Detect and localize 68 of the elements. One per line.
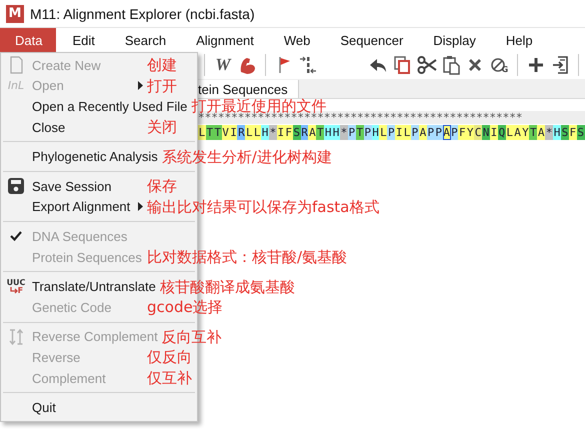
menu-item[interactable]: Edit: [57, 28, 109, 52]
menu-entry[interactable]: Save Session: [1, 176, 147, 196]
scissors-icon[interactable]: [416, 54, 437, 74]
annotation-text: gcode选择: [147, 299, 223, 316]
genetic-code-button[interactable]: G: [486, 52, 511, 76]
residue[interactable]: T: [316, 125, 324, 140]
residue[interactable]: L: [253, 125, 262, 140]
plus-icon[interactable]: [528, 56, 544, 72]
residue[interactable]: A: [537, 125, 546, 140]
paste-icon[interactable]: [442, 54, 460, 74]
delete-icon[interactable]: [466, 56, 483, 72]
menu-item[interactable]: Alignment: [181, 28, 268, 52]
window-title: M11: Alignment Explorer (ncbi.fasta): [30, 6, 255, 22]
residue[interactable]: L: [198, 125, 206, 140]
copy-icon[interactable]: [393, 54, 412, 74]
insert-gap-icon[interactable]: [298, 54, 318, 74]
app-icon: M: [6, 4, 24, 22]
menu-entry[interactable]: Close: [1, 117, 147, 138]
page-icon: [8, 56, 24, 74]
residue[interactable]: H: [332, 125, 340, 140]
menu-entry[interactable]: Quit: [1, 398, 147, 418]
residue[interactable]: A: [308, 125, 316, 140]
residue[interactable]: C: [474, 125, 482, 140]
no-sign-icon: [490, 56, 506, 72]
menu-entry[interactable]: Open a Recently Used File: [1, 96, 192, 116]
save-icon: [7, 177, 25, 196]
annotation-text: 关闭: [147, 119, 177, 136]
residue[interactable]: H: [261, 125, 270, 140]
annotation-text: 比对数据格式：核苷酸/氨基酸: [147, 249, 348, 266]
residue[interactable]: *: [545, 125, 554, 140]
open-icon: InL: [6, 76, 26, 95]
conservation-row: *************************************************: [198, 111, 585, 124]
tab[interactable]: tein Sequences: [198, 80, 299, 98]
residue[interactable]: L: [403, 125, 412, 140]
residue[interactable]: L: [379, 125, 388, 140]
residue[interactable]: N: [482, 125, 490, 140]
annotation-text: 系统发生分析/进化树构建: [162, 148, 332, 165]
menu-item[interactable]: Sequencer: [325, 28, 418, 52]
menu-item[interactable]: Display: [418, 28, 490, 52]
residue[interactable]: R: [237, 125, 246, 140]
residue[interactable]: F: [458, 125, 466, 140]
annotation-text: 创建: [147, 57, 177, 74]
residue[interactable]: T: [529, 125, 538, 140]
menu-item[interactable]: Search: [110, 28, 180, 52]
residue[interactable]: H: [324, 125, 332, 140]
annotation-text: 保存: [147, 178, 177, 194]
menu-entry[interactable]: Phylogenetic Analysis: [1, 146, 162, 167]
annotation-text: 输出比对结果可以保存为fasta格式: [147, 198, 380, 215]
residue[interactable]: L: [245, 125, 254, 140]
residue[interactable]: I: [395, 125, 404, 140]
residue[interactable]: *: [269, 125, 277, 140]
import-icon[interactable]: [551, 54, 570, 74]
menu-entry[interactable]: Export Alignment: [1, 196, 147, 217]
annotation-text: 仅互补: [147, 370, 192, 386]
residue[interactable]: P: [387, 125, 396, 140]
menu-item[interactable]: Help: [490, 28, 547, 52]
web-button[interactable]: W: [210, 52, 235, 76]
reverse-complement-icon: [7, 328, 25, 346]
annotation-text: 仅反向: [147, 349, 192, 366]
menu-item[interactable]: Data: [0, 28, 56, 52]
annotation-text: 打开: [147, 78, 177, 94]
annotation-text: 反向互补: [162, 328, 222, 345]
residue[interactable]: H: [553, 125, 561, 140]
residue[interactable]: P: [411, 125, 419, 140]
menu-item[interactable]: Web: [268, 28, 324, 52]
annotation-text: 核苷酸翻译成氨基酸: [160, 278, 295, 295]
residue[interactable]: Y: [466, 125, 474, 140]
residue[interactable]: *: [340, 125, 348, 140]
